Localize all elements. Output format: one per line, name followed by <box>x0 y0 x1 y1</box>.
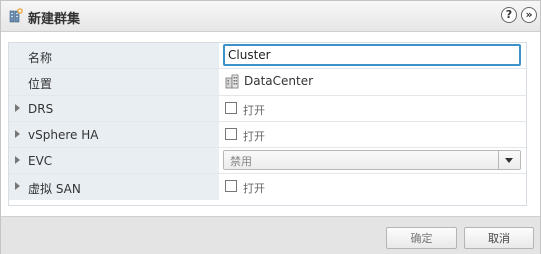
location-label: 位置 <box>28 77 53 91</box>
name-label-cell: 名称 <box>9 43 219 68</box>
cluster-name-input[interactable] <box>223 44 521 66</box>
vsphere-ha-enable-label[interactable]: 打开 <box>243 128 265 144</box>
dialog-footer: 确定 取消 <box>1 216 540 254</box>
vsphere-ha-label: vSphere HA <box>28 128 99 142</box>
drs-label-cell[interactable]: DRS <box>9 96 219 121</box>
drs-value-cell: 打开 <box>219 96 526 121</box>
evc-label-cell[interactable]: EVC <box>9 148 219 173</box>
location-row: 位置 DataCenter <box>9 69 526 96</box>
expand-arrow-icon[interactable] <box>15 156 20 164</box>
new-cluster-dialog: 新建群集 ? » 名称 位置 <box>0 0 541 254</box>
collapse-icon[interactable]: » <box>521 7 537 23</box>
drs-enable-checkbox[interactable] <box>225 102 237 114</box>
drs-row: DRS 打开 <box>9 96 526 122</box>
location-value: DataCenter <box>244 74 314 88</box>
vsan-enable-checkbox[interactable] <box>225 180 237 192</box>
location-value-cell: DataCenter <box>219 69 526 95</box>
location-label-cell: 位置 <box>9 69 219 95</box>
expand-arrow-icon[interactable] <box>15 182 20 190</box>
expand-arrow-icon[interactable] <box>15 104 20 112</box>
vsan-row: 虚拟 SAN 打开 <box>9 174 526 200</box>
vsphere-ha-label-cell[interactable]: vSphere HA <box>9 122 219 147</box>
name-value-cell <box>219 43 526 68</box>
evc-value-cell: 禁用 <box>219 148 526 173</box>
vsan-value-cell: 打开 <box>219 174 526 200</box>
new-cluster-icon <box>9 8 23 23</box>
help-icon[interactable]: ? <box>501 7 517 23</box>
chevron-down-icon[interactable] <box>498 151 520 169</box>
cancel-button[interactable]: 取消 <box>464 227 534 249</box>
drs-label: DRS <box>28 102 54 116</box>
vsphere-ha-enable-checkbox[interactable] <box>225 128 237 140</box>
name-label: 名称 <box>28 51 53 65</box>
cluster-settings-form: 名称 位置 <box>8 42 527 206</box>
datacenter-icon <box>225 74 239 89</box>
vsan-enable-label[interactable]: 打开 <box>243 180 265 196</box>
evc-mode-select[interactable]: 禁用 <box>223 150 521 170</box>
expand-arrow-icon[interactable] <box>15 130 20 138</box>
vsan-label: 虚拟 SAN <box>28 182 81 196</box>
evc-label: EVC <box>28 154 53 168</box>
vsan-label-cell[interactable]: 虚拟 SAN <box>9 174 219 200</box>
name-row: 名称 <box>9 43 526 69</box>
dialog-titlebar: 新建群集 ? » <box>1 1 540 32</box>
evc-mode-selected: 禁用 <box>230 155 252 168</box>
drs-enable-label[interactable]: 打开 <box>243 102 265 118</box>
ok-button[interactable]: 确定 <box>386 227 457 249</box>
evc-row: EVC 禁用 <box>9 148 526 174</box>
vsphere-ha-row: vSphere HA 打开 <box>9 122 526 148</box>
dialog-title: 新建群集 <box>28 12 81 27</box>
vsphere-ha-value-cell: 打开 <box>219 122 526 147</box>
